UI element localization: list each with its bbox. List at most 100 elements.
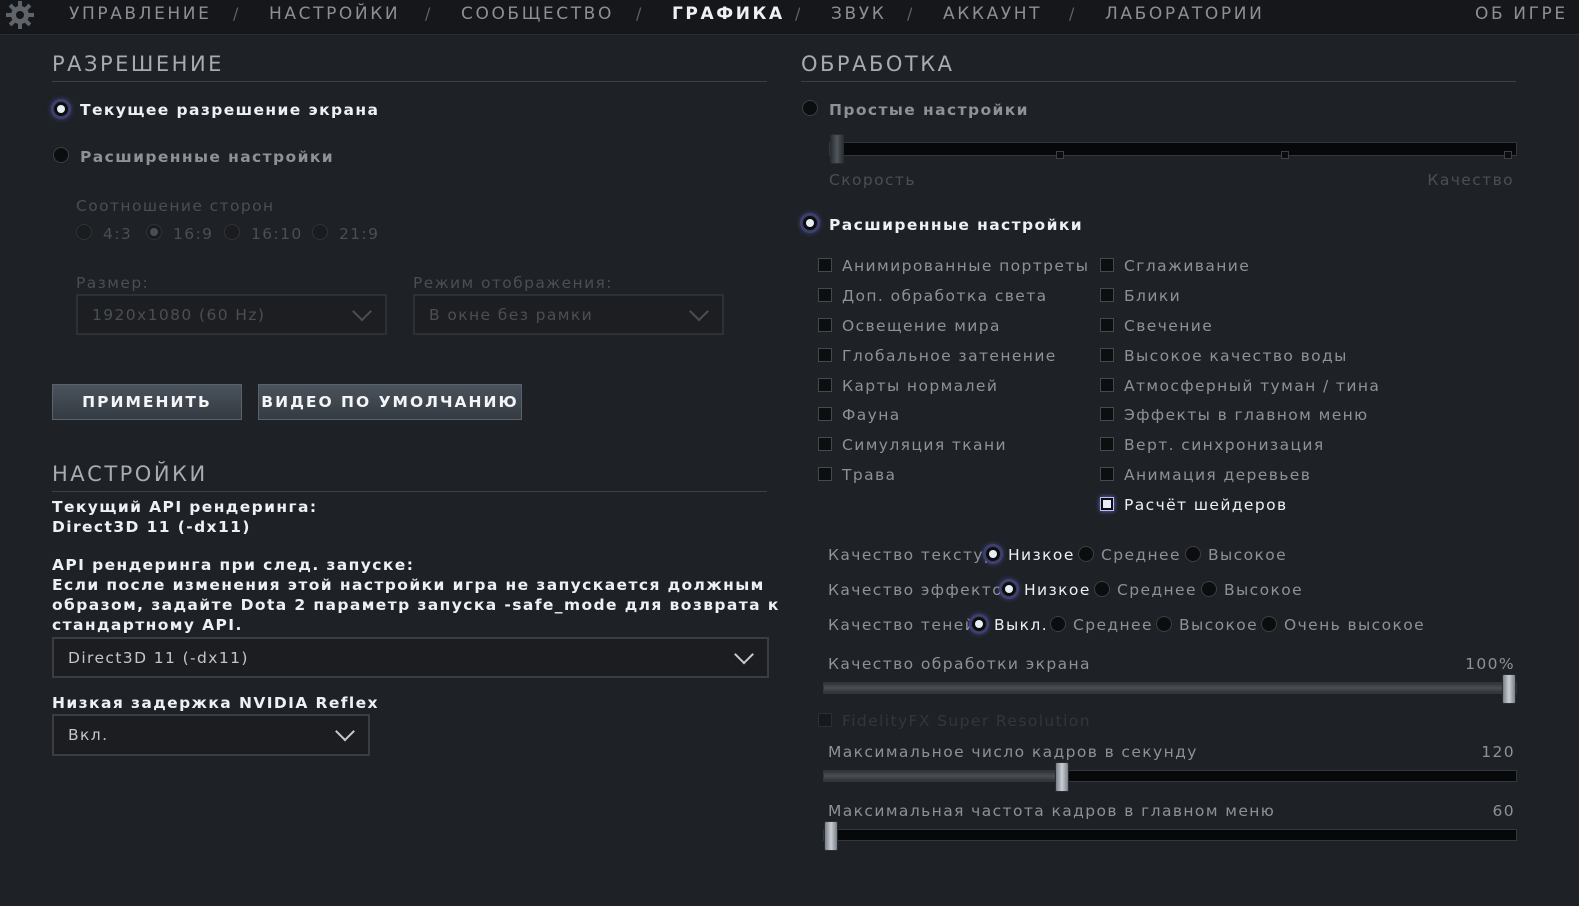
checkbox-label[interactable]: Анимация деревьев	[1124, 466, 1311, 484]
effects-medium-radio[interactable]	[1094, 581, 1110, 597]
radio-label[interactable]: Высокое	[1208, 546, 1287, 564]
texture-medium-radio[interactable]	[1078, 546, 1094, 562]
checkbox-label[interactable]: Атмосферный туман / тина	[1124, 377, 1380, 395]
fsr-label: FidelityFX Super Resolution	[842, 712, 1091, 730]
fsr-checkbox[interactable]	[818, 713, 832, 727]
cloth-simulation-checkbox[interactable]	[818, 437, 832, 451]
tab-sound[interactable]: ЗВУК	[831, 4, 886, 24]
high-quality-water-checkbox[interactable]	[1100, 348, 1114, 362]
advanced-resolution-radio[interactable]	[53, 147, 69, 163]
display-mode-dropdown[interactable]: В окне без рамки	[413, 294, 724, 335]
antialiasing-checkbox[interactable]	[1100, 258, 1114, 272]
specular-checkbox[interactable]	[1100, 288, 1114, 302]
tab-labs[interactable]: ЛАБОРАТОРИИ	[1105, 4, 1264, 24]
tree-animation-checkbox[interactable]	[1100, 467, 1114, 481]
checkbox-label[interactable]: Симуляция ткани	[842, 436, 1007, 454]
resolution-heading: РАЗРЕШЕНИЕ	[52, 52, 224, 76]
radio-label[interactable]: Среднее	[1101, 546, 1181, 564]
video-defaults-button[interactable]: ВИДЕО ПО УМОЛЧАНИЮ	[258, 384, 522, 420]
current-resolution-radio[interactable]	[53, 101, 69, 117]
simple-settings-label[interactable]: Простые настройки	[829, 101, 1029, 119]
vsync-checkbox[interactable]	[1100, 437, 1114, 451]
aspect-16-9-radio[interactable]	[146, 224, 162, 240]
advanced-processing-label[interactable]: Расширенные настройки	[829, 216, 1083, 234]
checkbox-label[interactable]: Доп. обработка света	[842, 287, 1048, 305]
checkbox-label[interactable]: Блики	[1124, 287, 1181, 305]
size-dropdown[interactable]: 1920x1080 (60 Hz)	[76, 294, 387, 335]
advanced-resolution-label[interactable]: Расширенные настройки	[80, 148, 334, 166]
checkbox-label[interactable]: Свечение	[1124, 317, 1213, 335]
preset-slider-thumb[interactable]	[830, 134, 844, 164]
render-api-dropdown[interactable]: Direct3D 11 (-dx11)	[52, 637, 769, 678]
radio-label[interactable]: Высокое	[1179, 616, 1258, 634]
api-warning-line: стандартному API.	[52, 616, 243, 634]
atmospheric-fog-checkbox[interactable]	[1100, 378, 1114, 392]
bloom-checkbox[interactable]	[1100, 318, 1114, 332]
checkbox-label[interactable]: Фауна	[842, 406, 901, 424]
max-fps-slider[interactable]	[823, 762, 1517, 792]
grass-checkbox[interactable]	[818, 467, 832, 481]
size-label: Размер:	[76, 274, 150, 292]
slider-thumb[interactable]	[1055, 762, 1069, 792]
tab-graphics[interactable]: ГРАФИКА	[672, 4, 785, 24]
shadow-medium-radio[interactable]	[1050, 616, 1066, 632]
nav-separator: /	[425, 4, 431, 23]
checkbox-label[interactable]: Глобальное затенение	[842, 347, 1057, 365]
checkbox-label[interactable]: Эффекты в главном меню	[1124, 406, 1369, 424]
radio-label[interactable]: Низкое	[1008, 546, 1075, 564]
shadow-quality-label: Качество теней	[828, 616, 977, 634]
radio-label[interactable]: Низкое	[1024, 581, 1091, 599]
world-lighting-checkbox[interactable]	[818, 318, 832, 332]
tab-community[interactable]: СООБЩЕСТВО	[461, 4, 614, 24]
checkbox-label[interactable]: Верт. синхронизация	[1124, 436, 1325, 454]
texture-low-radio[interactable]	[985, 546, 1001, 562]
checkbox-label[interactable]: Высокое качество воды	[1124, 347, 1348, 365]
animated-portraits-checkbox[interactable]	[818, 258, 832, 272]
reflex-dropdown[interactable]: Вкл.	[52, 714, 370, 756]
menu-effects-checkbox[interactable]	[1100, 407, 1114, 421]
tab-about[interactable]: ОБ ИГРЕ	[1475, 4, 1568, 24]
apply-button[interactable]: ПРИМЕНИТЬ	[52, 384, 242, 420]
extra-lighting-checkbox[interactable]	[818, 288, 832, 302]
max-fps-value: 120	[1481, 743, 1515, 761]
effects-low-radio[interactable]	[1001, 581, 1017, 597]
aspect-21-9-radio[interactable]	[312, 224, 328, 240]
slider-fill	[824, 683, 1509, 693]
shader-compile-checkbox[interactable]	[1100, 497, 1114, 511]
radio-label[interactable]: Среднее	[1117, 581, 1197, 599]
advanced-processing-radio[interactable]	[802, 215, 818, 231]
slider-thumb[interactable]	[824, 821, 838, 851]
checkbox-label[interactable]: Расчёт шейдеров	[1124, 496, 1288, 514]
checkbox-label[interactable]: Сглаживание	[1124, 257, 1250, 275]
screen-quality-slider[interactable]	[823, 674, 1517, 704]
checkbox-label[interactable]: Трава	[842, 466, 896, 484]
checkbox-label[interactable]: Освещение мира	[842, 317, 1001, 335]
tab-settings[interactable]: НАСТРОЙКИ	[269, 4, 400, 24]
effects-high-radio[interactable]	[1201, 581, 1217, 597]
divider	[52, 81, 767, 82]
radio-label[interactable]: Выкл.	[994, 616, 1048, 634]
ambient-occlusion-checkbox[interactable]	[818, 348, 832, 362]
aspect-4-3-radio[interactable]	[76, 224, 92, 240]
nav-separator: /	[795, 4, 801, 23]
preset-slider[interactable]	[829, 134, 1517, 164]
current-resolution-label[interactable]: Текущее разрешение экрана	[80, 101, 379, 119]
simple-settings-radio[interactable]	[802, 100, 818, 116]
fauna-checkbox[interactable]	[818, 407, 832, 421]
aspect-16-10-radio[interactable]	[224, 224, 240, 240]
menu-fps-slider[interactable]	[823, 821, 1517, 851]
normal-maps-checkbox[interactable]	[818, 378, 832, 392]
tab-controls[interactable]: УПРАВЛЕНИЕ	[69, 4, 211, 24]
texture-high-radio[interactable]	[1185, 546, 1201, 562]
shadow-high-radio[interactable]	[1156, 616, 1172, 632]
shadow-very-high-radio[interactable]	[1261, 616, 1277, 632]
radio-label[interactable]: Среднее	[1073, 616, 1153, 634]
tab-account[interactable]: АККАУНТ	[943, 4, 1042, 24]
radio-label[interactable]: Высокое	[1224, 581, 1303, 599]
gear-icon[interactable]	[3, 0, 37, 30]
checkbox-label[interactable]: Карты нормалей	[842, 377, 998, 395]
radio-label[interactable]: Очень высокое	[1284, 616, 1425, 634]
checkbox-label[interactable]: Анимированные портреты	[842, 257, 1089, 275]
slider-thumb[interactable]	[1502, 674, 1516, 704]
shadow-off-radio[interactable]	[971, 616, 987, 632]
